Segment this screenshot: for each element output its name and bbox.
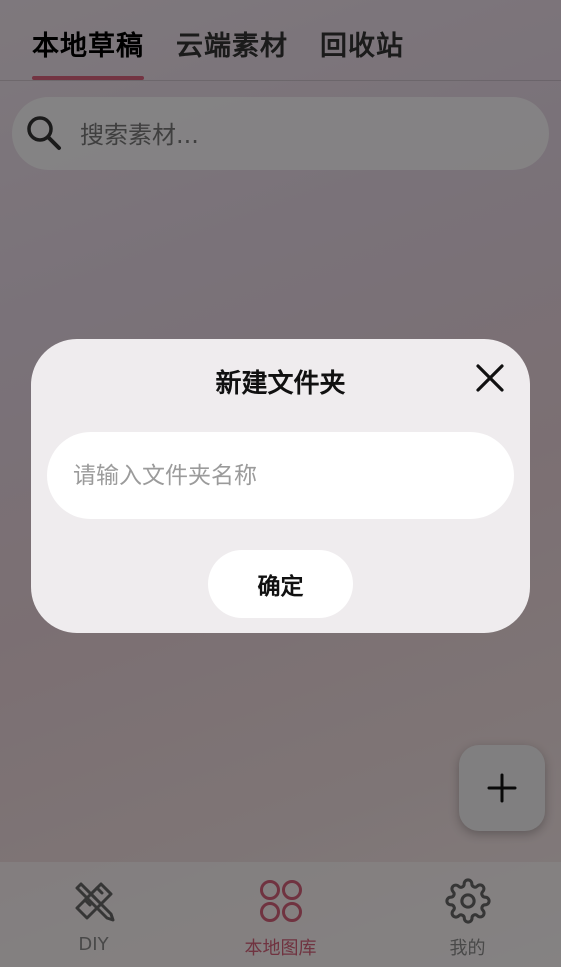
folder-name-input[interactable] [47,432,514,519]
confirm-button[interactable]: 确定 [208,550,353,618]
dialog-title: 新建文件夹 [215,369,346,399]
close-icon [476,364,504,392]
library-page: 本地草稿 云端素材 回收站 DIY [0,0,561,967]
new-folder-dialog: 新建文件夹 确定 [31,339,530,633]
close-button[interactable] [475,363,505,393]
